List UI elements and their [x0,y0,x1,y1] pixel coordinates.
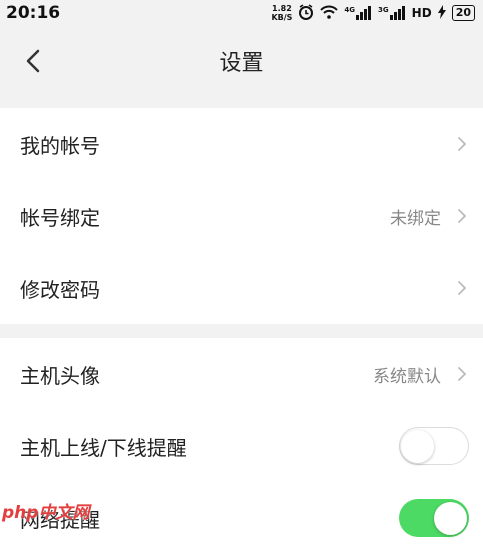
row-label: 修改密码 [20,277,100,302]
settings-row-online-alert: 主机上线/下线提醒 [0,410,483,482]
status-bar: 20:16 1.82 KB/S 4G 3G HD 20 [0,0,483,26]
settings-row-account-binding[interactable]: 帐号绑定 未绑定 [0,180,483,252]
row-label: 我的帐号 [20,133,100,158]
row-label: 主机上线/下线提醒 [20,435,187,460]
battery-icon: 20 [451,5,475,21]
charging-icon [437,4,446,22]
settings-row-change-password[interactable]: 修改密码 [0,252,483,324]
toggle-knob [401,430,434,463]
network-speed: 1.82 KB/S [271,4,292,22]
row-value: 系统默认 [373,366,441,387]
signal-4g-label: 4G [344,6,356,14]
chevron-right-icon [457,207,469,225]
chevron-left-icon[interactable] [20,48,46,74]
signal-4g-icon: 4G [344,6,372,20]
row-label: 主机头像 [20,363,100,388]
settings-row-my-account[interactable]: 我的帐号 [0,108,483,180]
chevron-right-icon [457,365,469,383]
signal-3g-icon: 3G [378,6,406,20]
row-value: 未绑定 [390,208,441,229]
online-alert-toggle[interactable] [399,427,469,465]
page-title: 设置 [219,51,264,76]
watermark: php中文网 [2,503,90,523]
hd-icon: HD [411,6,432,20]
chevron-right-icon [457,279,469,297]
status-time: 20:16 [6,3,61,23]
page-header: 设置 [0,26,483,96]
toggle-knob [434,501,467,535]
network-speed-unit: KB/S [271,13,293,22]
signal-3g-label: 3G [378,6,389,14]
chevron-right-icon [457,135,469,153]
network-alert-toggle[interactable] [399,499,469,537]
settings-group-account: 我的帐号 帐号绑定 未绑定 修改密码 [0,108,483,324]
status-icons: 1.82 KB/S 4G 3G HD 20 [271,3,475,23]
row-label: 帐号绑定 [20,205,100,230]
alarm-icon [298,3,314,23]
network-speed-value: 1.82 [272,4,292,13]
wifi-icon [320,5,339,22]
settings-row-host-avatar[interactable]: 主机头像 系统默认 [0,338,483,410]
